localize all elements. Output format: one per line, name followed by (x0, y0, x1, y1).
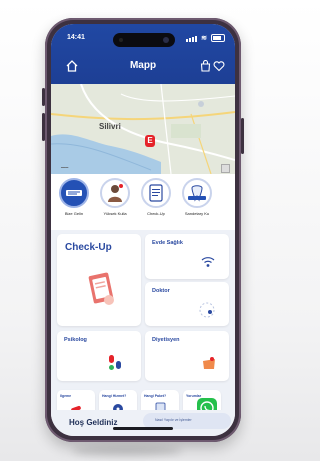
location-map[interactable]: Silivri E ━━━ (51, 84, 235, 174)
heart-icon[interactable] (213, 60, 225, 72)
quick-action-check-up[interactable]: Check-Up (137, 178, 175, 216)
app-header: 14:41 ≋ Mapp (51, 24, 235, 84)
small-card-title: Hangi Hizmet? (102, 394, 127, 398)
bottom-bar: Hoş Geldiniz Nasıl Yapılır ve İşlemler (51, 410, 235, 436)
map-scale: ━━━ (61, 165, 69, 170)
map-canvas (51, 84, 235, 174)
quick-action-bize-gelin[interactable]: Bize Gelin (55, 178, 93, 216)
psychologist-card-title: Psikolog (64, 337, 87, 343)
welcome-text: Hoş Geldiniz (69, 418, 118, 427)
volume-button (42, 113, 45, 141)
map-pin-icon[interactable]: E (145, 135, 155, 147)
status-bar: 14:41 ≋ (51, 33, 235, 47)
app-screen: 14:41 ≋ Mapp Silivri E ━━━ Bize Gelin Yü… (51, 24, 235, 436)
quick-action-label: Sandetary Ku (184, 211, 210, 216)
wifi-icon: ≋ (201, 35, 209, 42)
tooth-icon (182, 178, 212, 208)
help-pill-label: Nasıl Yapılır ve İşlemler (155, 418, 192, 422)
quick-actions: Bize Gelin Yüksek Kulla Check-Up Sandeta… (51, 174, 235, 230)
battery-icon (211, 34, 225, 43)
status-icons: ≋ (186, 34, 225, 43)
home-health-card[interactable]: Evde Sağlık (145, 234, 229, 279)
dietitian-card[interactable]: Diyetisyen (145, 331, 229, 381)
dynamic-island (113, 33, 175, 47)
doctor-card-title: Doktor (152, 288, 170, 294)
stethoscope-icon (199, 302, 215, 318)
clipboard-icon (88, 272, 114, 305)
small-card-title: Hangi Paket? (144, 394, 167, 398)
food-box-icon (203, 357, 215, 369)
quick-action-sandetary[interactable]: Sandetary Ku (178, 178, 216, 216)
person-icon (100, 178, 130, 208)
power-button (241, 118, 244, 154)
psychologist-card[interactable]: Psikolog (57, 331, 141, 381)
quick-action-label: Check-Up (147, 211, 165, 216)
phone-frame: 14:41 ≋ Mapp Silivri E ━━━ Bize Gelin Yü… (42, 18, 244, 442)
store-badge-icon (59, 178, 89, 208)
phone-shadow (72, 446, 182, 456)
checklist-icon (141, 178, 171, 208)
quick-action-label: Yüksek Kulla (103, 211, 127, 216)
home-health-card-title: Evde Sağlık (152, 240, 183, 246)
volume-button (42, 88, 45, 106)
signal-icon (186, 35, 198, 43)
small-card-title: Ilgeme (60, 394, 72, 398)
nav-bar: Mapp (51, 57, 235, 75)
quick-action-label: Bize Gelin (64, 211, 84, 216)
checkup-card[interactable]: Check-Up (57, 234, 141, 326)
pills-icon (109, 355, 121, 370)
basket-icon[interactable] (200, 60, 211, 72)
wifi-signal-icon (201, 257, 215, 267)
dietitian-card-title: Diyetisyen (152, 337, 180, 343)
map-city-label: Silivri (99, 122, 121, 131)
quick-action-yuksek-kulla[interactable]: Yüksek Kulla (96, 178, 134, 216)
home-indicator[interactable] (113, 427, 173, 430)
doctor-card[interactable]: Doktor (145, 282, 229, 326)
status-time: 14:41 (67, 34, 85, 41)
checkup-card-title: Check-Up (65, 242, 112, 253)
map-layers-icon[interactable] (221, 164, 230, 173)
